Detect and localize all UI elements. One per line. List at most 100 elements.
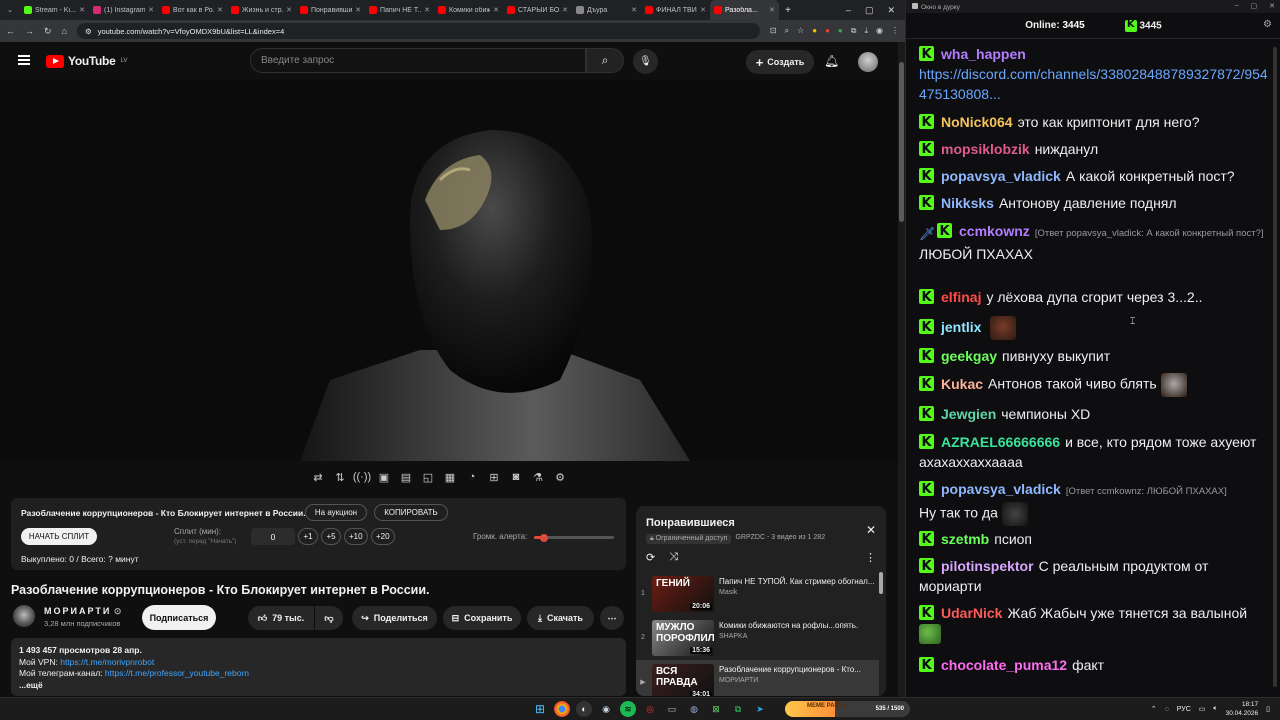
tab-close-icon[interactable]: ✕ — [355, 6, 361, 14]
browser-tab[interactable]: Дъура ✕ — [572, 0, 641, 20]
extension-icon[interactable]: ● — [838, 26, 843, 36]
like-button[interactable]: 👍︎ 79 тыс. — [248, 606, 314, 630]
split-minutes-input[interactable]: 0 — [251, 528, 295, 545]
playlist-item[interactable]: 1 ГЕНИЙ 20:06 Папич НЕ ТУПОЙ. Как стример о… — [636, 572, 879, 616]
search-button[interactable]: ⌕ — [586, 48, 624, 73]
channel-name[interactable]: МОРИАРТИ ⊙ — [44, 606, 121, 617]
browser-tab[interactable]: (1) Instagram ✕ — [89, 0, 158, 20]
chat-username[interactable]: geekgay — [941, 348, 997, 364]
tray-icon[interactable]: ◌ — [1165, 706, 1169, 713]
new-tab-button[interactable]: + — [779, 0, 797, 20]
menu-dots-icon[interactable]: ⋮ — [891, 26, 899, 36]
tab-close-icon[interactable]: ✕ — [217, 6, 223, 14]
browser-tab[interactable]: Комики обиж...✕ — [434, 0, 503, 20]
flask-icon[interactable]: ⚗ — [530, 469, 546, 485]
minimize-icon[interactable]: – — [846, 5, 851, 16]
obs-icon[interactable]: ◐ — [576, 701, 592, 717]
page-scrollbar[interactable] — [898, 42, 905, 697]
browser-tab[interactable]: СТАРЫЙ БО...✕ — [503, 0, 572, 20]
speed-icon[interactable]: ◔ — [464, 469, 480, 485]
chat-username[interactable]: UdarNick — [941, 605, 1002, 621]
tab-close-icon[interactable]: ✕ — [148, 6, 154, 14]
youtube-logo[interactable]: YouTube LV — [46, 54, 127, 68]
chat-username[interactable]: szetmb — [941, 531, 989, 547]
bookmark-star-icon[interactable]: ☆ — [797, 26, 804, 36]
minimize-icon[interactable]: – — [1235, 2, 1239, 10]
network-icon[interactable]: ▭ — [1199, 705, 1206, 713]
site-info-icon[interactable]: ⚙ — [85, 27, 92, 36]
start-split-button[interactable]: НАЧАТЬ СПЛИТ — [21, 528, 97, 545]
channel-avatar[interactable] — [13, 605, 35, 627]
zoom-icon[interactable]: ⌕ — [785, 26, 789, 36]
language-indicator[interactable]: РУС — [1177, 706, 1191, 713]
chat-username[interactable]: popavsya_vladick — [941, 481, 1061, 497]
home-icon[interactable]: ⌂ — [62, 26, 67, 36]
close-icon[interactable]: ✕ — [887, 5, 895, 16]
clock[interactable]: 18:17 30.04.2026 — [1226, 700, 1259, 718]
app-icon[interactable]: ▭ — [664, 701, 680, 717]
browser-tab[interactable]: ФИНАЛ ТВИ...✕ — [641, 0, 710, 20]
chat-username[interactable]: mopsiklobzik — [941, 141, 1030, 157]
maximize-icon[interactable]: ▢ — [1251, 2, 1258, 10]
tab-close-icon[interactable]: ✕ — [493, 6, 499, 14]
split-increment-button[interactable]: +5 — [321, 528, 341, 545]
video-description[interactable]: 1 493 457 просмотров 28 апр. Мой VPN: ht… — [11, 638, 626, 696]
chat-username[interactable]: ccmkownz — [959, 223, 1030, 239]
chat-username[interactable]: wha_happen — [941, 46, 1026, 62]
share-button[interactable]: ↪ Поделиться — [352, 606, 437, 630]
settings-gear-icon[interactable]: ⚙ — [1263, 19, 1272, 30]
extension-icon[interactable]: ● — [825, 26, 830, 36]
chat-username[interactable]: Kukac — [941, 376, 983, 392]
browser-tab[interactable]: Жизнь и стр... ✕ — [227, 0, 296, 20]
spotify-icon[interactable]: ≋ — [620, 701, 636, 717]
more-vertical-icon[interactable]: ⋮ — [865, 551, 876, 564]
menu-icon[interactable] — [18, 55, 30, 65]
split-increment-button[interactable]: +20 — [371, 528, 395, 545]
app-icon[interactable]: ⧉ — [730, 701, 746, 717]
browser-tab[interactable]: Понравивши...✕ — [296, 0, 365, 20]
steam-icon[interactable]: ◉ — [598, 701, 614, 717]
notifications-icon[interactable]: ▯ — [1266, 705, 1270, 713]
caption-icon[interactable]: ⊞ — [486, 469, 502, 485]
tab-close-icon[interactable]: ✕ — [562, 6, 568, 14]
playlist-scrollbar[interactable] — [879, 572, 883, 594]
alert-volume-slider[interactable] — [534, 533, 614, 542]
save-button[interactable]: ⊟ Сохранить — [443, 606, 521, 630]
chat-username[interactable]: chocolate_puma12 — [941, 657, 1067, 673]
auction-button[interactable]: На аукцион — [305, 504, 367, 521]
chrome-icon[interactable] — [554, 701, 570, 717]
split-increment-button[interactable]: +10 — [344, 528, 368, 545]
copy-button[interactable]: КОПИРОВАТЬ — [374, 504, 448, 521]
browser-tab[interactable]: Stream - Ki... ✕ — [20, 0, 89, 20]
chat-username[interactable]: jentlix — [941, 319, 981, 335]
theater-icon[interactable]: ▦ — [442, 469, 458, 485]
notifications-bell-icon[interactable]: 🔔︎ — [824, 54, 839, 68]
profile-icon[interactable]: ◉ — [876, 26, 883, 36]
back-icon[interactable]: ← — [6, 26, 15, 36]
browser-tab[interactable]: Разобла... ✕ — [710, 0, 779, 20]
playlist-item[interactable]: 2 МУЖЛО ПОРОФЛИЛ 15:36 Комики обижаются на … — [636, 616, 879, 660]
close-icon[interactable]: ✕ — [866, 523, 876, 537]
gear-icon[interactable]: ⚙ — [552, 469, 568, 485]
camera-icon[interactable]: ◙ — [508, 469, 524, 485]
subscribe-button[interactable]: Подписаться — [142, 605, 216, 630]
show-more-link[interactable]: ...ещё — [19, 680, 618, 692]
tray-chevron-icon[interactable]: ⌃ — [1151, 705, 1157, 713]
loop-icon[interactable]: ⇄ — [310, 469, 326, 485]
video-player[interactable] — [0, 80, 898, 461]
chat-username[interactable]: Nikksks — [941, 195, 994, 211]
chat-scrollbar[interactable] — [1273, 47, 1277, 687]
browser-tab[interactable]: Вот как в Ро... ✕ — [158, 0, 227, 20]
telegram-icon[interactable]: ➤ — [752, 701, 768, 717]
tab-close-icon[interactable]: ✕ — [286, 6, 292, 14]
dislike-button[interactable]: 👎︎ — [315, 606, 343, 630]
browser-tab[interactable]: Папич НЕ Т... ✕ — [365, 0, 434, 20]
windows-start-icon[interactable]: ⊞ — [532, 701, 548, 717]
chat-username[interactable]: AZRAEL66666666 — [941, 434, 1060, 450]
telegram-link[interactable]: https://t.me/professor_youtube_reborn — [105, 668, 249, 678]
chat-username[interactable]: pilotinspektor — [941, 558, 1034, 574]
search-input[interactable]: Введите запрос — [250, 48, 586, 73]
tab-close-icon[interactable]: ✕ — [769, 6, 775, 14]
tab-close-icon[interactable]: ✕ — [631, 6, 637, 14]
extensions-puzzle-icon[interactable]: ⧉ — [851, 26, 857, 36]
